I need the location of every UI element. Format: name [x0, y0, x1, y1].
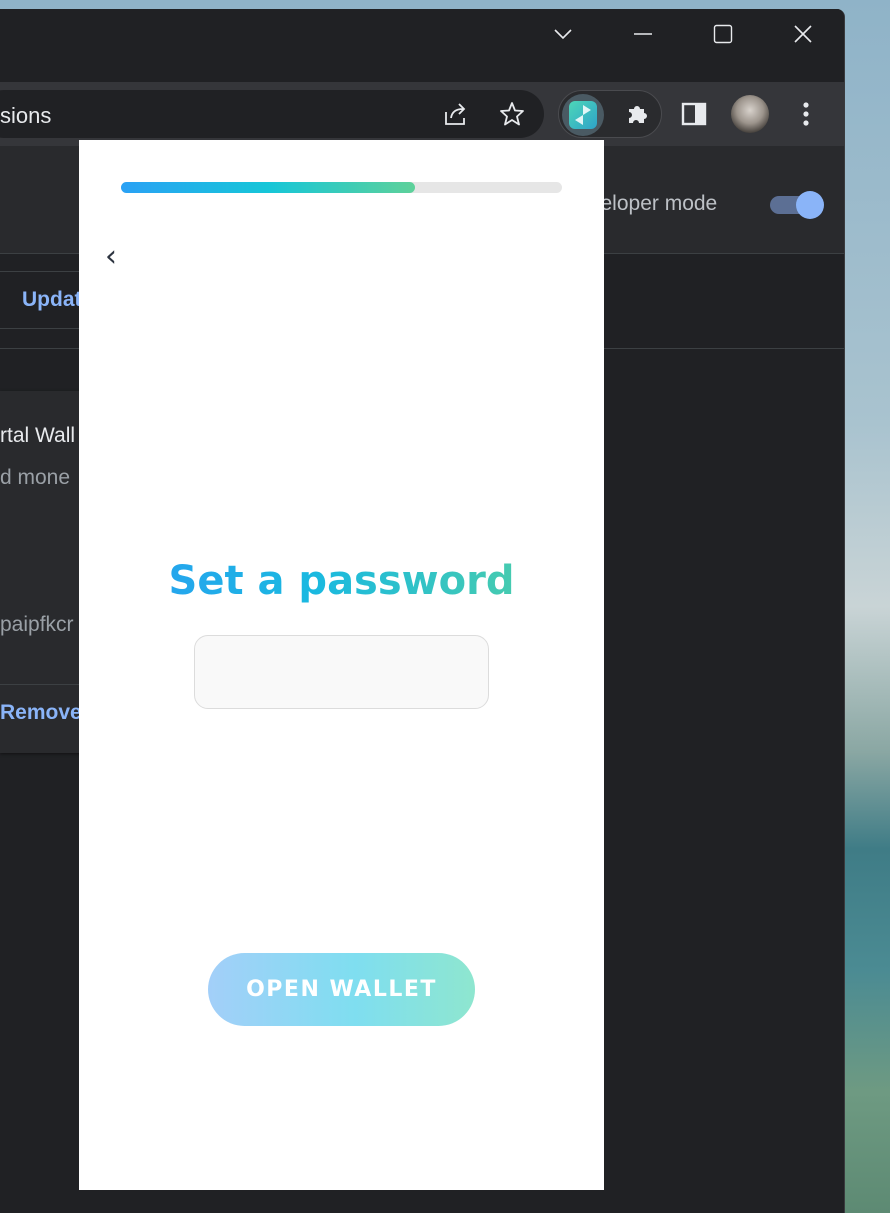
puzzle-icon [629, 106, 647, 123]
share-icon [445, 103, 466, 125]
bookmark-button[interactable] [492, 94, 532, 134]
page-title: Set a password [79, 558, 604, 604]
update-button[interactable]: Updat [22, 288, 82, 312]
browser-toolbar: sions [0, 82, 844, 146]
close-icon [794, 25, 812, 43]
close-button[interactable] [780, 19, 826, 49]
remove-button[interactable]: Remove [0, 701, 82, 725]
extension-card-description: d mone [0, 466, 71, 489]
extension-card-separator [0, 684, 90, 685]
developer-mode-label: veloper mode [590, 192, 718, 215]
maximize-button[interactable] [700, 19, 746, 49]
back-button[interactable]: ‹ [99, 238, 123, 274]
extensions-menu-button[interactable] [618, 94, 658, 134]
tab-search-button[interactable] [540, 19, 586, 49]
wallet-logo-icon [575, 105, 591, 125]
developer-mode-toggle-knob[interactable] [796, 191, 824, 219]
share-button[interactable] [436, 94, 476, 134]
title-bar [0, 9, 844, 82]
star-icon [500, 102, 524, 126]
address-bar-text: sions [0, 103, 52, 128]
setup-progress-fill [121, 182, 416, 193]
extension-card-id: paipfkcr [0, 613, 74, 636]
minimize-button[interactable] [620, 19, 666, 49]
chevron-left-icon: ‹ [105, 238, 117, 274]
chevron-down-icon [554, 29, 572, 40]
side-panel-button[interactable] [674, 94, 714, 134]
minimize-icon [634, 33, 652, 35]
wallet-extension-icon[interactable] [569, 101, 597, 129]
browser-menu-button[interactable] [786, 94, 826, 134]
wallet-popup: ‹ Set a password OPEN WALLET [79, 140, 604, 1190]
kebab-icon [803, 102, 809, 126]
maximize-icon [713, 24, 733, 44]
setup-progress-bar [121, 182, 562, 193]
open-wallet-button[interactable]: OPEN WALLET [208, 953, 475, 1026]
extension-card-title: rtal Wall [0, 424, 76, 447]
profile-avatar[interactable] [731, 95, 769, 133]
password-input[interactable] [194, 635, 489, 709]
sidepanel-icon [681, 102, 707, 126]
